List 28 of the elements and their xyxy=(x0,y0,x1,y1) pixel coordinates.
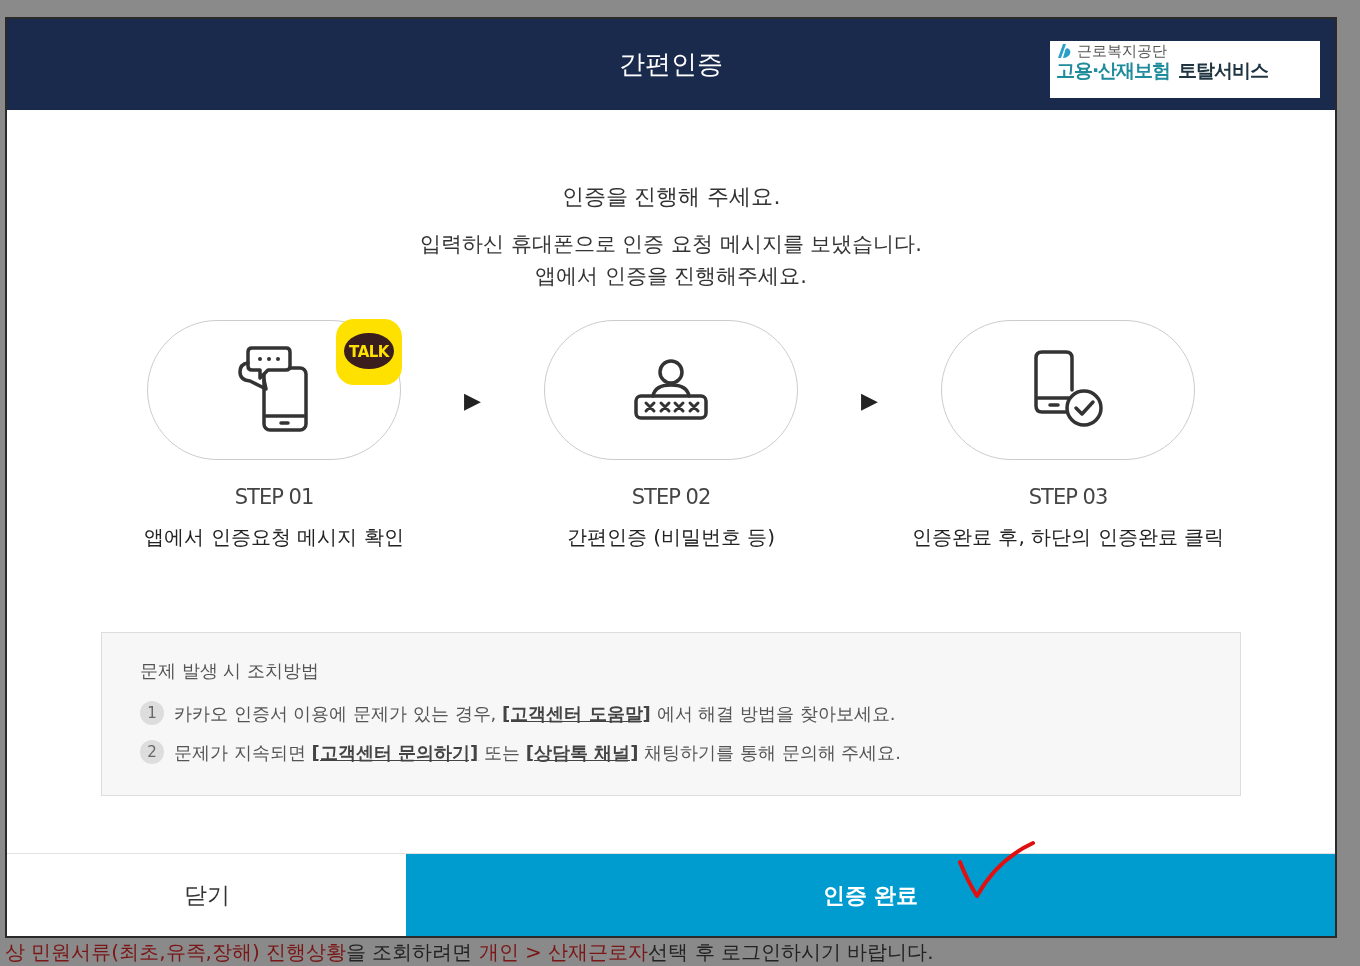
service-suffix: 토탈서비스 xyxy=(1178,59,1269,81)
help-text: 문제가 지속되면 [고객센터 문의하기] 또는 [상담톡 채널] 채팅하기를 통해 문의해 주세요. xyxy=(174,740,901,765)
user-password-icon xyxy=(633,358,709,422)
logo-mark-icon xyxy=(1056,43,1073,60)
step-description: 인증완료 후, 하단의 인증완료 클릭 xyxy=(912,523,1224,551)
help-text: 카카오 인증서 이용에 문제가 있는 경우, [고객센터 도움말] 에서 해결 방법을 찾아보세요. xyxy=(174,701,896,726)
dialog-title: 간편인증 xyxy=(619,48,723,81)
step-number: 2 xyxy=(140,740,164,764)
intro-text: 앱에서 인증을 진행해주세요. xyxy=(534,262,808,290)
help-title: 문제 발생 시 조치방법 xyxy=(140,658,321,683)
intro-text: 입력하신 휴대폰으로 인증 요청 메시지를 보냈습니다. xyxy=(418,231,924,258)
step-label: STEP 01 xyxy=(234,484,314,511)
step-description: 앱에서 인증요청 메시지 확인 xyxy=(144,523,404,551)
step-description: 간편인증 (비밀번호 등) xyxy=(566,523,776,551)
org-name: 근로복지공단 xyxy=(1077,43,1167,60)
phone-check-icon xyxy=(1032,350,1104,430)
step-label: STEP 02 xyxy=(631,484,711,511)
intro-heading: 인증을 진행해 주세요. xyxy=(560,183,782,211)
step-label: STEP 03 xyxy=(1028,484,1108,511)
background-notice: 상 민원서류(최초,유족,장해) 진행상황을 조회하려면 개인 > 산재근로자선택 후 로그인하시기 바랍니다. xyxy=(5,942,935,962)
help-link[interactable]: [고객센터 도움말] xyxy=(502,702,651,724)
app-badge: TALK xyxy=(336,319,402,385)
chat-phone-icon xyxy=(238,346,310,434)
step-number: 1 xyxy=(140,701,164,725)
help-link[interactable]: [고객센터 문의하기] xyxy=(311,741,479,763)
help-link[interactable]: [상담톡 채널] xyxy=(525,741,639,763)
service-name: 고용·산재보험 xyxy=(1056,59,1171,81)
next-arrow: ▶ xyxy=(463,387,482,415)
